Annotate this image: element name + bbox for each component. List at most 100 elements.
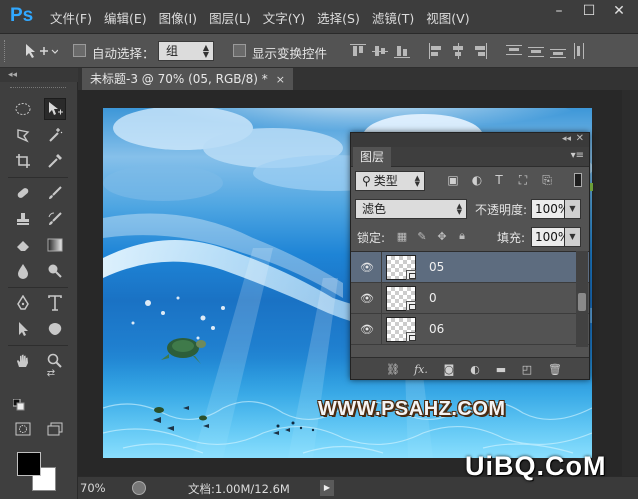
visibility-eye-icon[interactable]: 👁︎	[360, 292, 374, 305]
visibility-eye-icon[interactable]: 👁︎	[360, 261, 374, 274]
fill-field[interactable]: 100%	[531, 227, 569, 247]
auto-select-checkbox[interactable]	[73, 44, 86, 57]
filter-smart-object-icon[interactable]: ⎘	[539, 173, 555, 187]
layer-row[interactable]: 👁︎ 05	[351, 252, 589, 283]
default-colors-icon[interactable]	[12, 398, 26, 412]
clone-stamp-icon[interactable]	[12, 208, 34, 230]
status-info-icon[interactable]	[132, 481, 146, 495]
menu-filter[interactable]: 滤镜(T)	[372, 8, 414, 27]
scrollbar-thumb[interactable]	[578, 293, 586, 311]
layer-thumbnail[interactable]	[386, 286, 416, 311]
layer-thumbnail[interactable]	[386, 255, 416, 280]
close-button[interactable]: ✕	[604, 0, 634, 22]
tab-close-icon[interactable]: ×	[276, 73, 285, 86]
fx-icon[interactable]: fx.	[413, 361, 429, 377]
align-top-icon[interactable]	[350, 43, 366, 59]
layer-name[interactable]: 06	[429, 322, 444, 336]
eraser-icon[interactable]	[12, 234, 34, 256]
tools-grip[interactable]	[10, 87, 66, 90]
status-menu-arrow-icon[interactable]: ▶	[320, 480, 334, 496]
custom-shape-icon[interactable]	[44, 318, 66, 340]
panel-menu-icon[interactable]: ▾≡	[571, 150, 584, 161]
magic-wand-icon[interactable]	[44, 124, 66, 146]
folder-icon[interactable]: ▬	[493, 361, 509, 377]
lock-all-icon[interactable]: 🔒︎	[455, 229, 469, 243]
distribute-vcenter-icon[interactable]	[528, 43, 544, 59]
options-grip[interactable]	[4, 40, 7, 62]
type-tool-icon[interactable]	[44, 292, 66, 314]
opacity-dropdown-icon[interactable]: ▼	[565, 199, 581, 219]
history-brush-icon[interactable]	[44, 208, 66, 230]
lock-label: 锁定:	[357, 231, 386, 245]
filter-type-icon[interactable]: T	[491, 173, 507, 187]
minimize-button[interactable]: –	[544, 0, 574, 22]
distribute-top-icon[interactable]	[506, 43, 522, 59]
layer-row[interactable]: 👁︎ 06	[351, 314, 589, 345]
move-tool-preset-icon[interactable]	[24, 42, 59, 63]
distribute-bottom-icon[interactable]	[550, 43, 566, 59]
workspace-scrollbar[interactable]	[622, 90, 638, 476]
gradient-tool-icon[interactable]	[44, 234, 66, 256]
filter-shape-icon[interactable]: ⛶	[515, 173, 531, 187]
eyedropper-icon[interactable]	[44, 150, 66, 172]
link-icon[interactable]: ⛓	[385, 361, 401, 377]
filter-adjustment-icon[interactable]: ◐	[469, 173, 485, 187]
layer-name[interactable]: 0	[429, 291, 437, 305]
foreground-color-swatch[interactable]	[17, 452, 41, 476]
brush-tool-icon[interactable]	[44, 182, 66, 204]
auto-select-dropdown[interactable]: 组 ▲ ▼	[158, 41, 214, 61]
crop-tool-icon[interactable]	[12, 150, 34, 172]
align-bottom-icon[interactable]	[394, 43, 410, 59]
align-hcenter-icon[interactable]	[450, 43, 466, 59]
healing-brush-icon[interactable]	[12, 182, 34, 204]
panel-close-icon[interactable]: ✕	[576, 133, 584, 144]
filter-pixel-icon[interactable]: ▣	[445, 173, 461, 187]
menu-view[interactable]: 视图(V)	[426, 8, 469, 27]
screen-mode-icon[interactable]	[44, 418, 66, 440]
trash-icon[interactable]: 🗑︎	[547, 361, 563, 377]
menu-image[interactable]: 图像(I)	[159, 8, 197, 27]
layer-row[interactable]: 👁︎ 0	[351, 283, 589, 314]
adjustment-icon[interactable]: ◐	[467, 361, 483, 377]
distribute-left-icon[interactable]	[572, 43, 588, 59]
panel-collapse-icon[interactable]: ◂◂	[562, 134, 571, 144]
layer-name[interactable]: 05	[429, 260, 444, 274]
document-tab[interactable]: 未标题-3 @ 70% (05, RGB/8) * ×	[82, 68, 293, 90]
pen-tool-icon[interactable]	[12, 292, 34, 314]
swap-colors-icon[interactable]: ⇄	[44, 366, 58, 380]
align-vcenter-icon[interactable]	[372, 43, 388, 59]
blend-mode-dropdown[interactable]: 滤色 ▲ ▼	[355, 199, 467, 219]
opacity-field[interactable]: 100%	[531, 199, 569, 219]
zoom-level-field[interactable]: 70%	[78, 480, 120, 496]
lock-transparent-icon[interactable]: ▦	[395, 229, 409, 243]
hand-tool-icon[interactable]	[12, 350, 34, 372]
blur-tool-icon[interactable]	[12, 260, 34, 282]
marquee-tool-icon[interactable]	[12, 98, 34, 120]
dodge-tool-icon[interactable]	[44, 260, 66, 282]
menu-layer[interactable]: 图层(L)	[209, 8, 251, 27]
lock-pixels-icon[interactable]: ✎	[415, 229, 429, 243]
quick-mask-icon[interactable]	[12, 418, 34, 440]
menu-type[interactable]: 文字(Y)	[263, 8, 305, 27]
move-tool-icon[interactable]	[44, 98, 66, 120]
align-right-icon[interactable]	[472, 43, 488, 59]
menu-edit[interactable]: 编辑(E)	[104, 8, 147, 27]
lasso-tool-icon[interactable]	[12, 124, 34, 146]
menu-select[interactable]: 选择(S)	[317, 8, 360, 27]
lock-position-icon[interactable]: ✥	[435, 229, 449, 243]
align-left-icon[interactable]	[428, 43, 444, 59]
new-layer-icon[interactable]: ◰	[519, 361, 535, 377]
fill-dropdown-icon[interactable]: ▼	[565, 227, 581, 247]
menu-file[interactable]: 文件(F)	[50, 8, 92, 27]
filter-toggle-icon[interactable]	[573, 173, 583, 187]
mask-icon[interactable]: ◙	[441, 361, 457, 377]
path-selection-icon[interactable]	[12, 318, 34, 340]
maximize-button[interactable]: ☐	[574, 0, 604, 22]
layer-thumbnail[interactable]	[386, 317, 416, 342]
show-transform-checkbox[interactable]	[233, 44, 246, 57]
layer-list-scrollbar[interactable]	[576, 251, 588, 347]
kind-filter-dropdown[interactable]: ⚲ 类型 ▲ ▼	[355, 171, 425, 191]
visibility-eye-icon[interactable]: 👁︎	[360, 323, 374, 336]
tab-layers[interactable]: 图层	[353, 147, 392, 167]
toolbox-collapse[interactable]: ◂◂	[0, 68, 78, 82]
